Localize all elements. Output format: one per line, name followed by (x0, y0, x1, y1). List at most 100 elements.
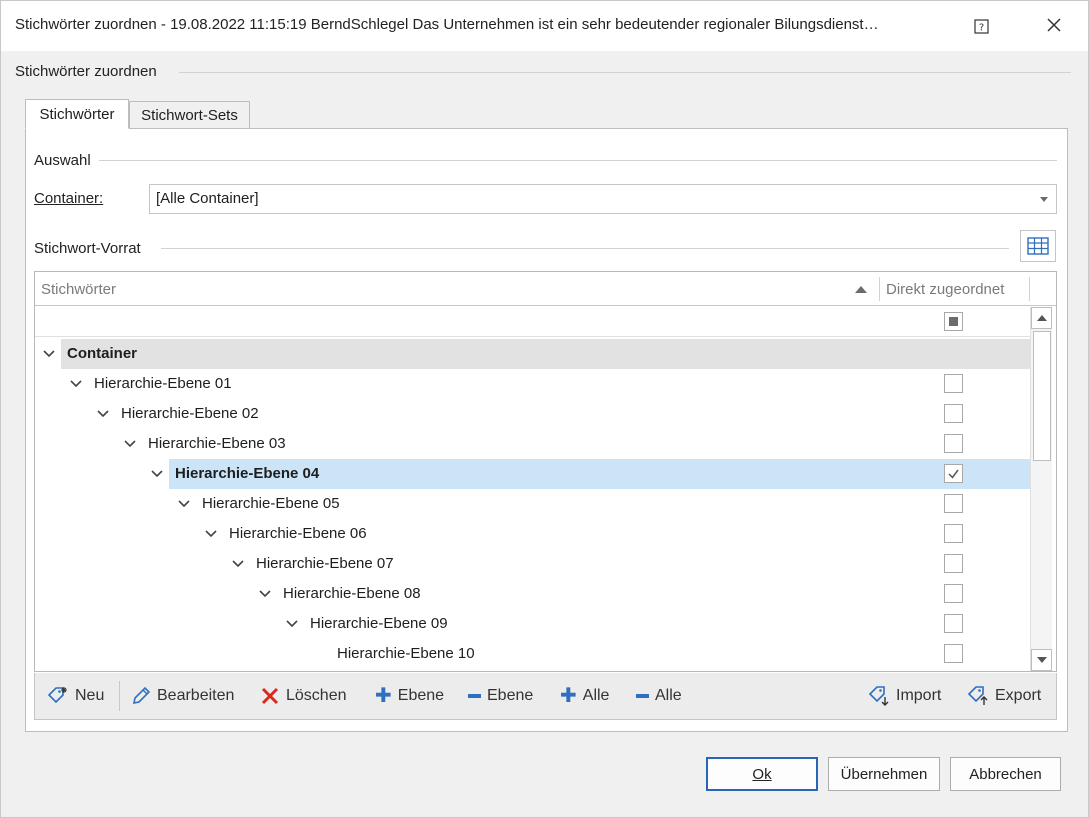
chevron-down-icon[interactable] (203, 526, 219, 542)
apply-button[interactable]: Übernehmen (828, 757, 940, 791)
pencil-icon (132, 686, 151, 705)
column-chooser-button[interactable] (1020, 230, 1056, 262)
expand-all-button[interactable]: ✚ Alle (560, 683, 609, 709)
plus-icon: ✚ (560, 685, 577, 707)
close-button[interactable] (1041, 12, 1067, 38)
cancel-button[interactable]: Abbrechen (950, 757, 1061, 791)
tree-row[interactable]: Hierarchie-Ebene 02 (35, 399, 1030, 429)
chevron-down-icon[interactable] (284, 616, 300, 632)
tree-row[interactable]: Hierarchie-Ebene 05 (35, 489, 1030, 519)
tree-group-row[interactable]: Container (35, 339, 1030, 369)
direkt-zugeordnet-checkbox[interactable] (944, 614, 963, 633)
tree-row[interactable]: Hierarchie-Ebene 08 (35, 579, 1030, 609)
group-title-auswahl: Auswahl (34, 152, 91, 169)
collapse-level-button[interactable]: Ebene (468, 683, 533, 709)
help-button[interactable]: ? (971, 16, 991, 36)
new-tag-icon (47, 687, 67, 704)
direkt-zugeordnet-checkbox[interactable] (944, 554, 963, 573)
tree-row-label: Hierarchie-Ebene 06 (229, 525, 367, 542)
chevron-down-icon[interactable] (176, 496, 192, 512)
tree-row-label: Hierarchie-Ebene 09 (310, 615, 448, 632)
group-divider (99, 160, 1057, 161)
tree-row[interactable]: Hierarchie-Ebene 09 (35, 609, 1030, 639)
keyword-tree-grid: Stichwörter Direkt zugeordnet Container H… (34, 271, 1057, 672)
export-button[interactable]: Export (967, 683, 1041, 709)
tree-row-label: Hierarchie-Ebene 05 (202, 495, 340, 512)
apply-button-label: Übernehmen (840, 765, 928, 783)
table-icon (1027, 237, 1049, 255)
column-separator[interactable] (1029, 277, 1030, 301)
chevron-down-icon[interactable] (122, 436, 138, 452)
check-icon (948, 469, 959, 479)
direkt-zugeordnet-checkbox[interactable] (944, 434, 963, 453)
minus-icon (636, 694, 649, 698)
tree-row[interactable]: Hierarchie-Ebene 07 (35, 549, 1030, 579)
scroll-thumb[interactable] (1033, 331, 1051, 461)
sort-ascending-icon (855, 286, 867, 293)
chevron-down-icon[interactable] (41, 346, 57, 362)
tree-row[interactable]: Hierarchie-Ebene 04 (35, 459, 1030, 489)
column-separator[interactable] (879, 277, 880, 301)
new-button[interactable]: Neu (47, 683, 104, 709)
chevron-down-icon[interactable] (257, 586, 273, 602)
scroll-down-button[interactable] (1031, 649, 1052, 671)
chevron-down-icon[interactable] (68, 376, 84, 392)
tree-row[interactable]: Hierarchie-Ebene 06 (35, 519, 1030, 549)
direkt-zugeordnet-checkbox[interactable] (944, 464, 963, 483)
plus-icon: ✚ (375, 685, 392, 707)
direkt-zugeordnet-checkbox[interactable] (944, 644, 963, 663)
export-tag-icon (967, 686, 988, 705)
expand-level-button[interactable]: ✚ Ebene (375, 683, 444, 709)
collapse-all-label: Alle (655, 687, 682, 704)
tab-label: Stichwort-Sets (141, 106, 238, 124)
group-divider (161, 248, 1009, 249)
import-button[interactable]: Import (868, 683, 941, 709)
close-icon (1047, 18, 1061, 32)
column-header-stichwoerter[interactable]: Stichwörter (41, 281, 116, 298)
collapse-all-button[interactable]: Alle (636, 683, 682, 709)
tree-row[interactable]: Hierarchie-Ebene 01 (35, 369, 1030, 399)
toolbar-separator (119, 681, 120, 711)
new-button-label: Neu (75, 687, 105, 704)
filter-row (35, 307, 1030, 337)
ok-button[interactable]: Ok (706, 757, 818, 791)
chevron-down-icon[interactable] (149, 466, 165, 482)
expand-level-label: Ebene (397, 687, 445, 704)
dialog-window: Stichwörter zuordnen - 19.08.2022 11:15:… (0, 0, 1089, 818)
tab-stichwoerter[interactable]: Stichwörter (25, 99, 129, 129)
expand-all-label: Alle (582, 687, 610, 704)
tree-row[interactable]: Hierarchie-Ebene 03 (35, 429, 1030, 459)
svg-text:?: ? (978, 22, 983, 33)
arrow-up-icon (1036, 315, 1047, 321)
vertical-scrollbar[interactable] (1030, 307, 1052, 671)
tab-label: Stichwörter (39, 105, 115, 123)
chevron-down-icon[interactable] (95, 406, 111, 422)
chevron-down-icon (1040, 197, 1048, 202)
direkt-zugeordnet-checkbox[interactable] (944, 494, 963, 513)
grid-toolbar: Neu Bearbeiten Löschen ✚ Ebene Ebene ✚ A… (34, 673, 1057, 720)
tree-row[interactable]: Hierarchie-Ebene 10 (35, 639, 1030, 669)
container-select-value: [Alle Container] (156, 190, 259, 207)
title-bar: Stichwörter zuordnen - 19.08.2022 11:15:… (1, 1, 1088, 51)
minus-icon (468, 694, 481, 698)
direkt-zugeordnet-checkbox[interactable] (944, 524, 963, 543)
edit-button[interactable]: Bearbeiten (131, 683, 234, 709)
container-select[interactable]: [Alle Container] (149, 184, 1057, 214)
help-icon: ? (973, 18, 989, 34)
grid-header: Stichwörter Direkt zugeordnet (35, 272, 1056, 306)
tree-row-label: Hierarchie-Ebene 02 (121, 405, 259, 422)
window-title: Stichwörter zuordnen - 19.08.2022 11:15:… (15, 16, 879, 33)
edit-button-label: Bearbeiten (157, 687, 235, 704)
chevron-down-icon[interactable] (230, 556, 246, 572)
group-divider (179, 72, 1071, 73)
delete-button[interactable]: Löschen (260, 683, 347, 709)
direkt-zugeordnet-checkbox[interactable] (944, 404, 963, 423)
filter-checkbox[interactable] (944, 312, 963, 331)
direkt-zugeordnet-checkbox[interactable] (944, 584, 963, 603)
direkt-zugeordnet-checkbox[interactable] (944, 374, 963, 393)
column-header-direkt-zugeordnet[interactable]: Direkt zugeordnet (886, 281, 1004, 298)
arrow-down-icon (1036, 657, 1047, 663)
scroll-up-button[interactable] (1031, 307, 1052, 329)
tab-stichwort-sets[interactable]: Stichwort-Sets (129, 101, 250, 129)
export-button-label: Export (995, 687, 1042, 704)
